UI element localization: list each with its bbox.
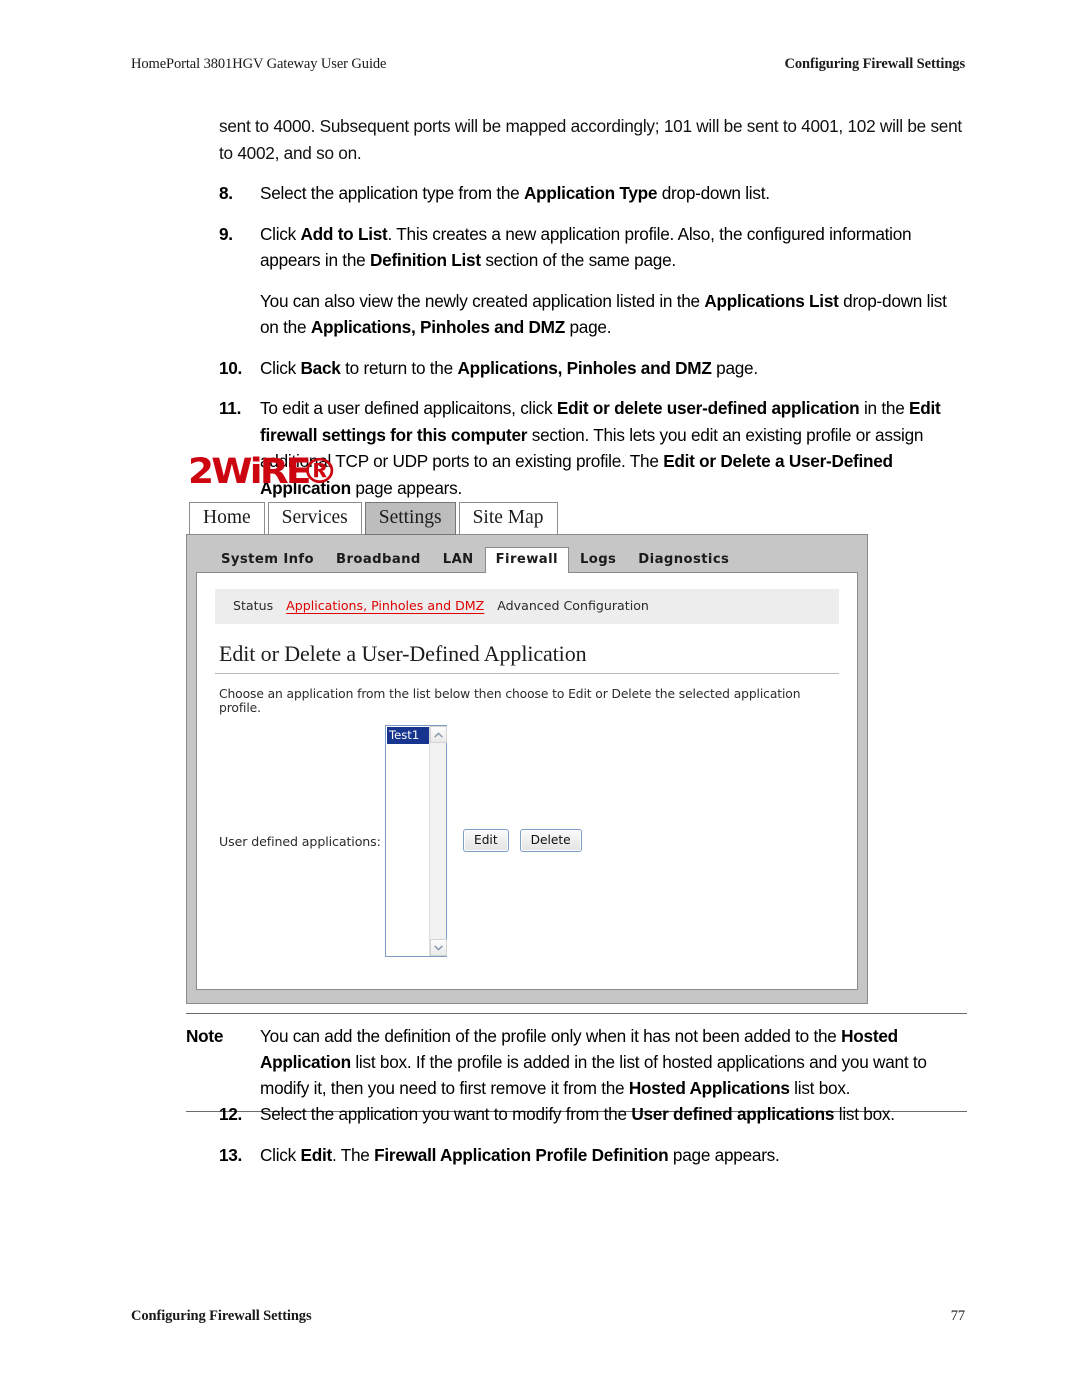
edit-button[interactable]: Edit [463,829,509,852]
body-content-tail: 12. Select the application you want to m… [219,1101,967,1182]
footer-page-number: 77 [950,1308,965,1324]
registered-trademark-icon: ® [300,452,338,492]
primary-tab-bar: Home Services Settings Site Map [186,502,868,535]
step-8: 8. Select the application type from the … [219,180,967,207]
step-13: 13. Click Edit. The Firewall Application… [219,1142,967,1169]
gateway-content-panel: Status Applications, Pinholes and DMZ Ad… [196,572,858,990]
running-head: HomePortal 3801HGV Gateway User Guide Co… [131,56,965,73]
tab-logs[interactable]: Logs [569,548,627,572]
step-9-text: Click Add to List. This creates a new ap… [260,223,912,271]
scroll-up-icon[interactable] [429,726,447,743]
tab-site-map[interactable]: Site Map [458,502,558,535]
note-text: You can add the definition of the profil… [260,1026,927,1098]
subnav-item-status[interactable]: Status [233,598,273,613]
step-13-number: 13. [219,1144,242,1165]
panel-intro-text: Choose an application from the list belo… [219,687,801,715]
listbox-scrollbar[interactable] [429,726,447,956]
step-9-number: 9. [219,223,233,244]
running-head-left: HomePortal 3801HGV Gateway User Guide [131,56,387,72]
step-13-text: Click Edit. The Firewall Application Pro… [260,1144,780,1165]
tab-system-info[interactable]: System Info [210,548,325,572]
page-footer: Configuring Firewall Settings 77 [131,1308,965,1325]
tab-broadband[interactable]: Broadband [325,548,432,572]
step-10-text: Click Back to return to the Applications… [260,357,758,378]
panel-page-title: Edit or Delete a User-Defined Applicatio… [215,624,839,674]
brand-logo: 2WiRE® [186,452,868,502]
scroll-down-icon[interactable] [429,939,447,956]
tab-services[interactable]: Services [267,502,362,535]
running-head-right: Configuring Firewall Settings [784,56,965,72]
tab-home[interactable]: Home [189,502,265,535]
step-12-text: Select the application you want to modif… [260,1104,895,1124]
footer-section-title: Configuring Firewall Settings [131,1308,312,1324]
step-9: 9. Click Add to List. This creates a new… [219,221,967,274]
subnav-item-advanced-configuration[interactable]: Advanced Configuration [497,598,649,613]
tab-diagnostics[interactable]: Diagnostics [627,548,740,572]
listbox-action-buttons: Edit Delete [447,725,582,852]
document-page: HomePortal 3801HGV Gateway User Guide Co… [0,0,1080,1397]
subnav-item-applications-pinholes-dmz[interactable]: Applications, Pinholes and DMZ [286,598,484,613]
gateway-ui-screenshot: 2WiRE® Home Services Settings Site Map S… [186,452,868,1004]
tab-settings[interactable]: Settings [364,502,456,535]
note-callout: Note You can add the definition of the p… [186,1013,967,1112]
lead-paragraph: sent to 4000. Subsequent ports will be m… [219,116,962,163]
tab-firewall[interactable]: Firewall [484,547,569,573]
secondary-tab-bar: System Info Broadband LAN Firewall Logs … [196,544,858,573]
gateway-window-chrome: System Info Broadband LAN Firewall Logs … [186,534,868,1004]
step-10: 10. Click Back to return to the Applicat… [219,355,967,382]
delete-button[interactable]: Delete [519,829,582,852]
step-10-number: 10. [219,357,242,378]
tab-lan[interactable]: LAN [432,548,485,572]
step-8-number: 8. [219,183,233,203]
sub-navigation: Status Applications, Pinholes and DMZ Ad… [215,589,839,624]
note-label: Note [186,1026,224,1046]
step-12: 12. Select the application you want to m… [219,1101,967,1128]
listbox-options[interactable]: Test1 [386,726,429,956]
sub-paragraph: You can also view the newly created appl… [260,290,947,338]
user-defined-applications-form-row: User defined applications: Test1 Edit De… [215,715,839,965]
twowire-logo-text: 2WiRE [188,452,312,492]
step-12-number: 12. [219,1104,242,1124]
step-8-text: Select the application type from the App… [260,183,770,203]
user-defined-applications-listbox[interactable]: Test1 [385,725,447,957]
user-defined-applications-label: User defined applications: [219,834,381,849]
list-item[interactable]: Test1 [387,727,429,744]
